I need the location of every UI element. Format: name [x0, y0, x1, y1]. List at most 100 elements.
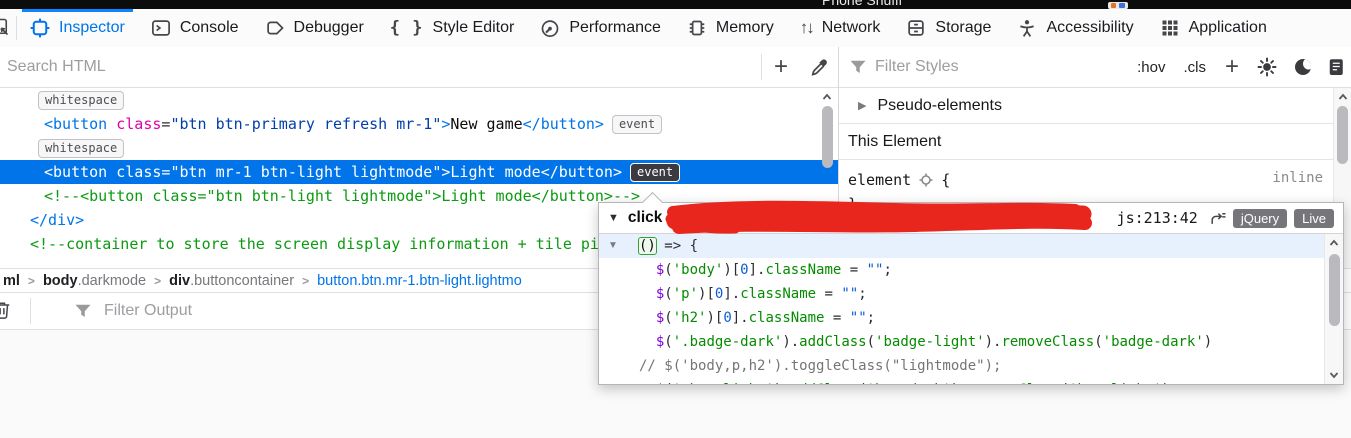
tab-memory[interactable]: Memory — [674, 9, 787, 47]
code-token: New game — [450, 115, 523, 133]
toolbar-separator — [30, 298, 31, 324]
tab-label: Accessibility — [1046, 19, 1134, 36]
memory-chip-icon — [687, 18, 707, 38]
code-token: 'badge-light' — [875, 334, 985, 350]
dark-scheme-button[interactable] — [1285, 47, 1321, 87]
code-token: <!--container to store the screen displa… — [30, 235, 608, 253]
markup-row[interactable]: whitespace — [0, 88, 838, 112]
caret-down-icon[interactable]: ▼ — [608, 212, 619, 224]
scrollbar-thumb[interactable] — [1328, 254, 1340, 326]
code-token: </button> — [522, 115, 604, 133]
clear-console-trash-icon[interactable] — [0, 300, 12, 320]
markup-row[interactable]: whitespace — [0, 136, 838, 160]
breadcrumb-item-body[interactable]: body.darkmode — [43, 273, 146, 289]
tab-storage[interactable]: Storage — [893, 9, 1004, 47]
source-location-link[interactable]: js:213:42 — [1117, 209, 1198, 227]
scroll-up-icon[interactable] — [1337, 91, 1349, 103]
markup-row[interactable]: <button class="btn mr-1 btn-light lightm… — [0, 160, 838, 184]
breadcrumb-item-button-selected[interactable]: button.btn.mr-1.btn-light.lightmo — [317, 273, 522, 289]
code-token: => { — [655, 238, 699, 254]
scrollbar-thumb[interactable] — [1337, 106, 1348, 164]
code-row[interactable]: $('.btn-light').addClass('btn-dark').rem… — [599, 378, 1343, 384]
markup-row[interactable]: <button class="btn btn-primary refresh m… — [0, 112, 838, 136]
code-token: "" — [849, 310, 867, 326]
code-token: class — [107, 163, 162, 181]
tab-style-editor[interactable]: { } Style Editor — [377, 9, 528, 47]
code-token: ( — [664, 310, 673, 326]
code-token: ). — [951, 382, 968, 384]
code-row[interactable]: // $('body,p,h2').toggleClass("lightmode… — [599, 354, 1343, 378]
breadcrumb-item-div[interactable]: div.buttoncontainer — [169, 273, 294, 289]
breadcrumb-item-html[interactable]: ml — [3, 273, 20, 289]
scroll-down-icon[interactable] — [1328, 369, 1340, 381]
braces-icon: { } — [389, 18, 424, 38]
code-token: ( — [664, 286, 673, 302]
add-rule-button[interactable]: + — [1215, 47, 1249, 87]
code-token: ]. — [748, 262, 766, 278]
code-token: ). — [774, 382, 791, 384]
event-badge[interactable]: event — [630, 163, 681, 182]
sun-icon — [1257, 57, 1277, 77]
search-html-input[interactable] — [0, 58, 761, 76]
code-token: 'h2' — [672, 310, 707, 326]
code-token: ]. — [731, 310, 749, 326]
code-token: ( — [1061, 382, 1069, 384]
code-row[interactable]: $('p')[0].className = ""; — [599, 282, 1343, 306]
code-token: ; — [858, 286, 867, 302]
whitespace-badge[interactable]: whitespace — [38, 139, 125, 158]
filter-funnel-icon — [75, 304, 91, 317]
handler-source-view: () => { $('body')[0].className = ""; $('… — [599, 234, 1343, 384]
tab-debugger[interactable]: Debugger — [252, 9, 377, 47]
code-token: className — [748, 310, 825, 326]
this-element-header: This Element — [848, 132, 942, 150]
code-token: 0 — [723, 310, 732, 326]
pseudo-elements-section[interactable]: ▶ Pseudo-elements — [839, 88, 1351, 124]
jump-to-debugger-icon[interactable] — [1209, 210, 1226, 227]
toggle-classes-button[interactable]: .cls — [1175, 59, 1216, 76]
devtools-window: Phone Shuffl Inspector Console Debugger … — [0, 0, 1351, 438]
scrollbar-thumb[interactable] — [821, 106, 833, 168]
code-token: addClass — [791, 382, 858, 384]
breadcrumb-separator: > — [302, 273, 310, 288]
pick-element-icon[interactable] — [0, 17, 10, 37]
code-row[interactable]: $('body')[0].className = ""; — [599, 258, 1343, 282]
filter-styles-input[interactable] — [868, 58, 1129, 76]
scroll-up-icon[interactable] — [821, 91, 833, 103]
code-row[interactable]: $('.badge-dark').addClass('badge-light')… — [599, 330, 1343, 354]
add-node-button[interactable]: + — [762, 47, 800, 87]
toggle-hover-pseudo-button[interactable]: :hov — [1128, 59, 1174, 76]
caret-down-icon[interactable]: ▼ — [608, 240, 618, 251]
scroll-up-icon[interactable] — [1328, 237, 1340, 249]
debugger-icon — [265, 18, 285, 38]
code-token: className — [765, 262, 842, 278]
whitespace-badge[interactable]: whitespace — [38, 91, 125, 110]
tab-accessibility[interactable]: Accessibility — [1004, 9, 1146, 47]
print-media-button[interactable] — [1321, 47, 1351, 87]
code-token: "" — [841, 286, 859, 302]
tab-application[interactable]: Application — [1147, 9, 1280, 47]
code-token: className — [740, 286, 817, 302]
code-token: ]. — [723, 286, 741, 302]
code-row[interactable]: $('h2')[0].className = ""; — [599, 306, 1343, 330]
code-token: "btn btn-primary refresh mr-1" — [170, 115, 442, 133]
code-row[interactable]: () => { — [599, 234, 1343, 258]
grid-icon — [1162, 20, 1178, 36]
code-token: )[ — [698, 286, 715, 302]
caret-right-icon: ▶ — [858, 100, 867, 112]
event-badge[interactable]: event — [611, 115, 663, 134]
popup-scrollbar[interactable] — [1324, 234, 1343, 384]
rule-selector[interactable]: element — [848, 168, 911, 192]
tab-inspector[interactable]: Inspector — [17, 9, 138, 47]
light-scheme-button[interactable] — [1249, 47, 1285, 87]
rule-source-link[interactable]: inline — [1272, 170, 1323, 186]
tab-label: Performance — [569, 19, 661, 36]
tab-performance[interactable]: Performance — [527, 9, 674, 47]
rules-toolbar: :hov .cls + — [839, 47, 1351, 88]
code-token: </div> — [30, 211, 85, 229]
framework-badge: jQuery — [1232, 208, 1288, 228]
highlight-target-icon[interactable] — [918, 172, 934, 188]
tab-console[interactable]: Console — [138, 9, 252, 47]
eyedropper-button[interactable] — [800, 47, 838, 87]
tab-network[interactable]: ↑↓ Network — [787, 9, 894, 47]
